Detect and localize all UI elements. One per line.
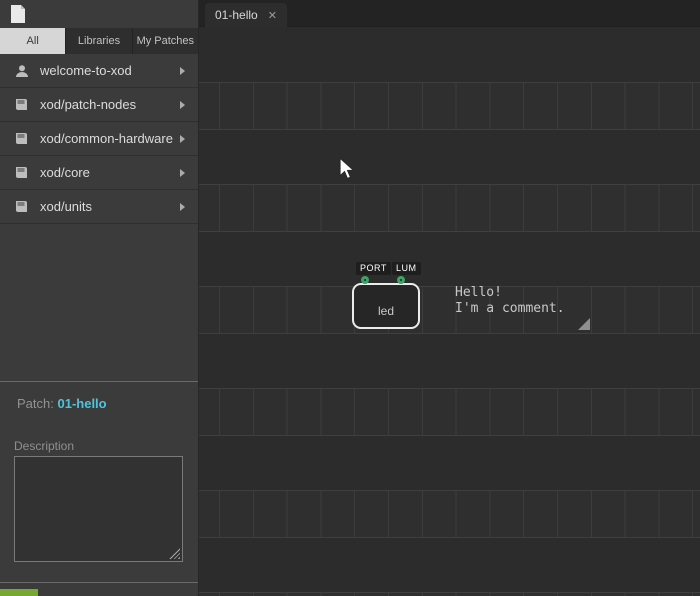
chevron-right-icon[interactable] [180, 67, 185, 75]
node-led[interactable]: led [352, 283, 420, 329]
chevron-right-icon[interactable] [180, 101, 185, 109]
current-patch-line: Patch: 01-hello [17, 396, 107, 411]
tab-close-icon[interactable]: ✕ [268, 9, 277, 22]
grid-band [199, 184, 700, 232]
patch-canvas[interactable]: led PORT LUM Hello! I'm a comment. [199, 27, 700, 596]
project-browser-sidebar: All Libraries My Patches welcome-to-xod [0, 0, 199, 596]
tab-all[interactable]: All [0, 28, 66, 54]
tab-all-label: All [27, 35, 39, 47]
sidebar-item-label: xod/patch-nodes [40, 97, 180, 112]
patch-tab-title: 01-hello [215, 8, 258, 22]
sidebar-item-label: xod/core [40, 165, 180, 180]
node-label: led [378, 304, 394, 318]
sidebar-item-xod-core[interactable]: xod/core [0, 156, 198, 190]
patch-tab-01-hello[interactable]: 01-hello ✕ [205, 3, 287, 27]
pin-lum[interactable] [397, 276, 405, 284]
user-icon [13, 62, 30, 79]
tab-libraries[interactable]: Libraries [66, 28, 132, 54]
grid-band [199, 286, 700, 334]
book-icon [13, 164, 30, 181]
grid-band [199, 490, 700, 538]
tab-libraries-label: Libraries [78, 35, 120, 47]
sidebar-item-label: welcome-to-xod [40, 63, 180, 78]
comment-node[interactable]: Hello! I'm a comment. [455, 285, 565, 317]
grid-band [199, 82, 700, 130]
comment-line: I'm a comment. [455, 301, 565, 316]
sidebar-item-welcome-to-xod[interactable]: welcome-to-xod [0, 54, 198, 88]
mouse-cursor-icon [338, 157, 356, 181]
patch-tabbar: 01-hello ✕ [199, 0, 700, 27]
editor-area: 01-hello ✕ led PORT LUM Hello! I'm a com… [199, 0, 700, 596]
comment-resize-grip-icon[interactable] [578, 318, 590, 330]
book-icon [13, 198, 30, 215]
pin-port[interactable] [361, 276, 369, 284]
browser-filter-tabs: All Libraries My Patches [0, 28, 198, 54]
grid-band [199, 388, 700, 436]
pin-label-port: PORT [356, 262, 391, 275]
chevron-right-icon[interactable] [180, 203, 185, 211]
grid-band [199, 592, 700, 596]
chevron-right-icon[interactable] [180, 135, 185, 143]
sidebar-item-xod-units[interactable]: xod/units [0, 190, 198, 224]
sidebar-item-xod-patch-nodes[interactable]: xod/patch-nodes [0, 88, 198, 122]
document-icon [10, 4, 26, 24]
book-icon [13, 96, 30, 113]
tab-my-patches[interactable]: My Patches [133, 28, 198, 54]
book-icon [13, 130, 30, 147]
chevron-right-icon[interactable] [180, 169, 185, 177]
sidebar-item-label: xod/units [40, 199, 180, 214]
sidebar-divider [0, 582, 198, 583]
pin-label-lum: LUM [392, 262, 421, 275]
comment-line: Hello! [455, 285, 502, 300]
sidebar-header [0, 0, 198, 28]
tab-my-patches-label: My Patches [137, 35, 194, 47]
description-textarea[interactable] [14, 456, 183, 562]
sidebar-item-xod-common-hardware[interactable]: xod/common-hardware [0, 122, 198, 156]
xod-ide-window: All Libraries My Patches welcome-to-xod [0, 0, 700, 596]
description-label: Description [14, 439, 74, 453]
sidebar-item-label: xod/common-hardware [40, 131, 180, 146]
patch-label: Patch: [17, 396, 54, 411]
deploy-progress-strip [0, 589, 38, 596]
patch-name[interactable]: 01-hello [57, 396, 106, 411]
sidebar-divider [0, 381, 198, 382]
project-browser-list: welcome-to-xod xod/patch-nodes [0, 54, 198, 224]
